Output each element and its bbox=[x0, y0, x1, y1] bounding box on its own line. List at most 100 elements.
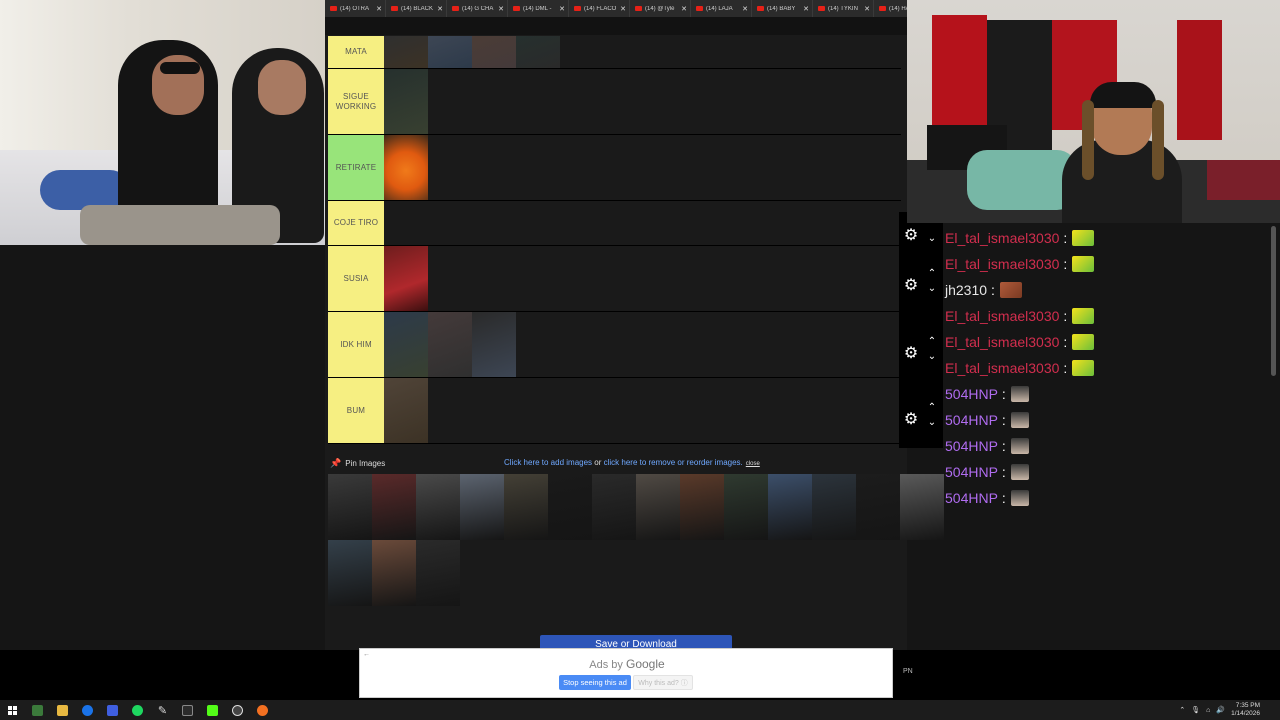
browser-tab[interactable]: (14) FLACO ✕ bbox=[569, 0, 630, 17]
network-icon[interactable]: ⌂ bbox=[1206, 707, 1210, 714]
pool-image[interactable] bbox=[504, 474, 548, 540]
tray-chevron-icon[interactable]: ⌃ bbox=[1179, 706, 1185, 714]
chat-username[interactable]: El_tal_ismael3030 bbox=[945, 256, 1059, 272]
reorder-images-link[interactable]: click here to remove or reorder images. bbox=[604, 458, 743, 467]
close-icon[interactable]: ✕ bbox=[864, 5, 870, 13]
taskbar-app-console[interactable] bbox=[175, 700, 200, 720]
volume-icon[interactable]: 🔊 bbox=[1216, 706, 1225, 714]
chevron-up-icon[interactable]: ⌃ bbox=[926, 403, 938, 413]
tier-label[interactable]: MATA bbox=[328, 36, 384, 68]
browser-tab[interactable]: (14) DML - ✕ bbox=[508, 0, 569, 17]
tier-image[interactable] bbox=[428, 36, 472, 68]
pool-image[interactable] bbox=[372, 474, 416, 540]
chat-username[interactable]: 504HNP bbox=[945, 490, 998, 506]
pool-image[interactable] bbox=[636, 474, 680, 540]
tier-image[interactable] bbox=[472, 312, 516, 377]
chevron-up-icon[interactable]: ⌃ bbox=[926, 337, 938, 347]
start-button[interactable] bbox=[0, 700, 25, 720]
chat-username[interactable]: El_tal_ismael3030 bbox=[945, 230, 1059, 246]
pool-image[interactable] bbox=[328, 474, 372, 540]
why-ad-button[interactable]: Why this ad? ⓘ bbox=[633, 675, 693, 690]
chat-username[interactable]: 504HNP bbox=[945, 386, 998, 402]
close-icon[interactable]: ✕ bbox=[681, 5, 687, 13]
taskbar-app-spotify[interactable] bbox=[125, 700, 150, 720]
pool-image[interactable] bbox=[856, 474, 900, 540]
tier-image[interactable] bbox=[472, 36, 516, 68]
chat-scrollbar[interactable] bbox=[1271, 226, 1276, 376]
tier-label[interactable]: RETIRATE bbox=[328, 135, 384, 200]
pool-image[interactable] bbox=[416, 540, 460, 606]
pool-image[interactable] bbox=[592, 474, 636, 540]
gear-icon[interactable]: ⚙ bbox=[903, 346, 919, 362]
tier-image[interactable] bbox=[384, 69, 428, 134]
tier-label[interactable]: SIGUE WORKING bbox=[328, 69, 384, 134]
taskbar-app-terminal[interactable] bbox=[25, 700, 50, 720]
tier-label[interactable]: COJE TIRO bbox=[328, 201, 384, 245]
tier-image[interactable] bbox=[384, 378, 428, 443]
chat-username[interactable]: 504HNP bbox=[945, 438, 998, 454]
chevron-down-icon[interactable]: ⌄ bbox=[926, 418, 938, 428]
chat-username[interactable]: jh2310 bbox=[945, 282, 987, 298]
taskbar-app-browser[interactable] bbox=[250, 700, 275, 720]
pool-image[interactable] bbox=[328, 540, 372, 606]
browser-tab[interactable]: (14) HA✕ bbox=[874, 0, 907, 17]
gear-icon[interactable]: ⚙ bbox=[903, 228, 919, 244]
chevron-down-icon[interactable]: ⌄ bbox=[926, 352, 938, 362]
chat-username[interactable]: 504HNP bbox=[945, 464, 998, 480]
tier-image[interactable] bbox=[384, 36, 428, 68]
taskbar-app-store[interactable] bbox=[100, 700, 125, 720]
close-icon[interactable]: ✕ bbox=[742, 5, 748, 13]
taskbar-app-chrome[interactable] bbox=[75, 700, 100, 720]
stop-ad-button[interactable]: Stop seeing this ad bbox=[559, 675, 631, 690]
close-icon[interactable]: ✕ bbox=[620, 5, 626, 13]
tier-image[interactable] bbox=[516, 36, 560, 68]
chevron-down-icon[interactable]: ⌄ bbox=[926, 284, 938, 294]
pool-image[interactable] bbox=[768, 474, 812, 540]
tier-image[interactable] bbox=[384, 246, 428, 311]
close-icon[interactable]: ✕ bbox=[559, 5, 565, 13]
close-icon[interactable]: ✕ bbox=[376, 5, 382, 13]
pool-image[interactable] bbox=[416, 474, 460, 540]
browser-tab[interactable]: (14) BLACK ✕ bbox=[386, 0, 447, 17]
close-icon[interactable]: ✕ bbox=[437, 5, 443, 13]
tier-label[interactable]: IDK HIM bbox=[328, 312, 384, 377]
browser-tab[interactable]: (14) BABY ✕ bbox=[752, 0, 813, 17]
chat-username[interactable]: El_tal_ismael3030 bbox=[945, 360, 1059, 376]
taskbar-app-kick[interactable] bbox=[200, 700, 225, 720]
taskbar-app-explorer[interactable] bbox=[50, 700, 75, 720]
gear-icon[interactable]: ⚙ bbox=[903, 278, 919, 294]
gear-icon[interactable]: ⚙ bbox=[903, 412, 919, 428]
pool-image[interactable] bbox=[724, 474, 768, 540]
browser-tab[interactable]: (14) OTRA ✕ bbox=[325, 0, 386, 17]
close-icon[interactable]: ✕ bbox=[803, 5, 809, 13]
chat-username[interactable]: 504HNP bbox=[945, 412, 998, 428]
chevron-down-icon[interactable]: ⌄ bbox=[926, 234, 938, 244]
pool-image[interactable] bbox=[812, 474, 856, 540]
tier-label[interactable]: SUSIA bbox=[328, 246, 384, 311]
add-images-link[interactable]: Click here to add images bbox=[504, 458, 592, 467]
pool-image[interactable] bbox=[680, 474, 724, 540]
close-link[interactable]: close bbox=[746, 461, 760, 467]
chevron-up-icon[interactable]: ⌃ bbox=[926, 269, 938, 279]
browser-tab[interactable]: (14) LAJA ✕ bbox=[691, 0, 752, 17]
chat-username[interactable]: El_tal_ismael3030 bbox=[945, 334, 1059, 350]
close-icon[interactable]: ✕ bbox=[498, 5, 504, 13]
pin-images-toggle[interactable]: 📌 Pin Images bbox=[330, 458, 385, 469]
browser-tab[interactable]: (14) TYKIN ✕ bbox=[813, 0, 874, 17]
chat-username[interactable]: El_tal_ismael3030 bbox=[945, 308, 1059, 324]
pool-image[interactable] bbox=[548, 474, 592, 540]
clock[interactable]: 7:35 PM 1/14/2026 bbox=[1231, 702, 1260, 718]
pool-image[interactable] bbox=[460, 474, 504, 540]
pool-image[interactable] bbox=[900, 474, 944, 540]
taskbar-app-obs[interactable] bbox=[225, 700, 250, 720]
tier-image[interactable] bbox=[428, 312, 472, 377]
browser-tab[interactable]: (14) @Tyle ✕ bbox=[630, 0, 691, 17]
save-download-button[interactable]: Save or Download bbox=[540, 635, 732, 649]
browser-tab[interactable]: (14) G CHA ✕ bbox=[447, 0, 508, 17]
pool-image[interactable] bbox=[372, 540, 416, 606]
taskbar-app-pen[interactable]: ✎ bbox=[150, 700, 175, 720]
tier-image[interactable] bbox=[384, 135, 428, 200]
tier-label[interactable]: BUM bbox=[328, 378, 384, 443]
mic-icon[interactable]: 🎙 bbox=[1191, 706, 1200, 714]
tier-image[interactable] bbox=[384, 312, 428, 377]
